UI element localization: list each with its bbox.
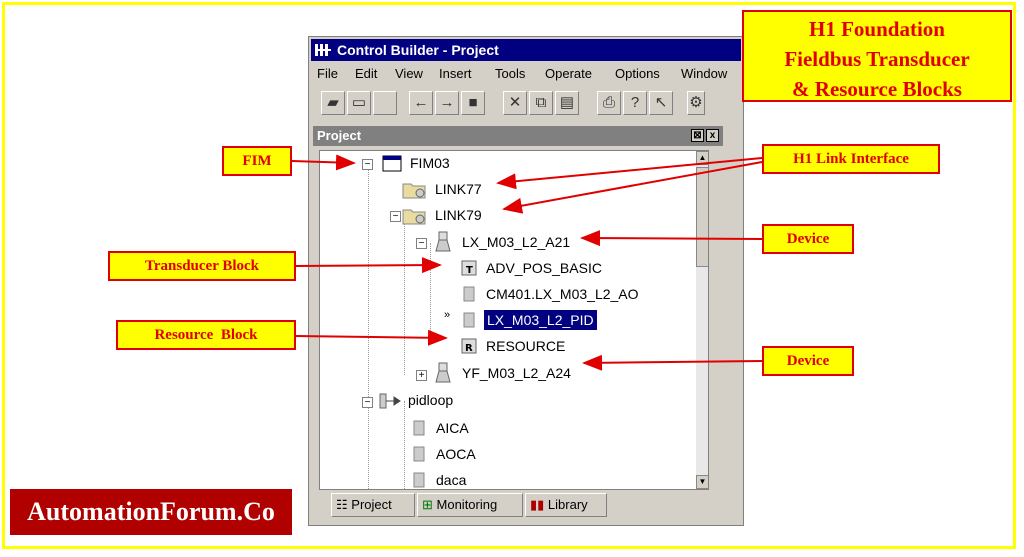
arrow-device-1 bbox=[580, 230, 763, 247]
arrow-transducer bbox=[295, 257, 442, 274]
brand-logo: AutomationForum.Co bbox=[10, 489, 292, 535]
arrow-device-2 bbox=[582, 354, 763, 371]
arrow-h1-link-77 bbox=[496, 157, 763, 190]
arrow-resource bbox=[295, 329, 448, 346]
callout-arrows bbox=[291, 154, 763, 371]
arrow-fim bbox=[291, 154, 356, 171]
arrow-h1-link-79 bbox=[502, 161, 763, 214]
